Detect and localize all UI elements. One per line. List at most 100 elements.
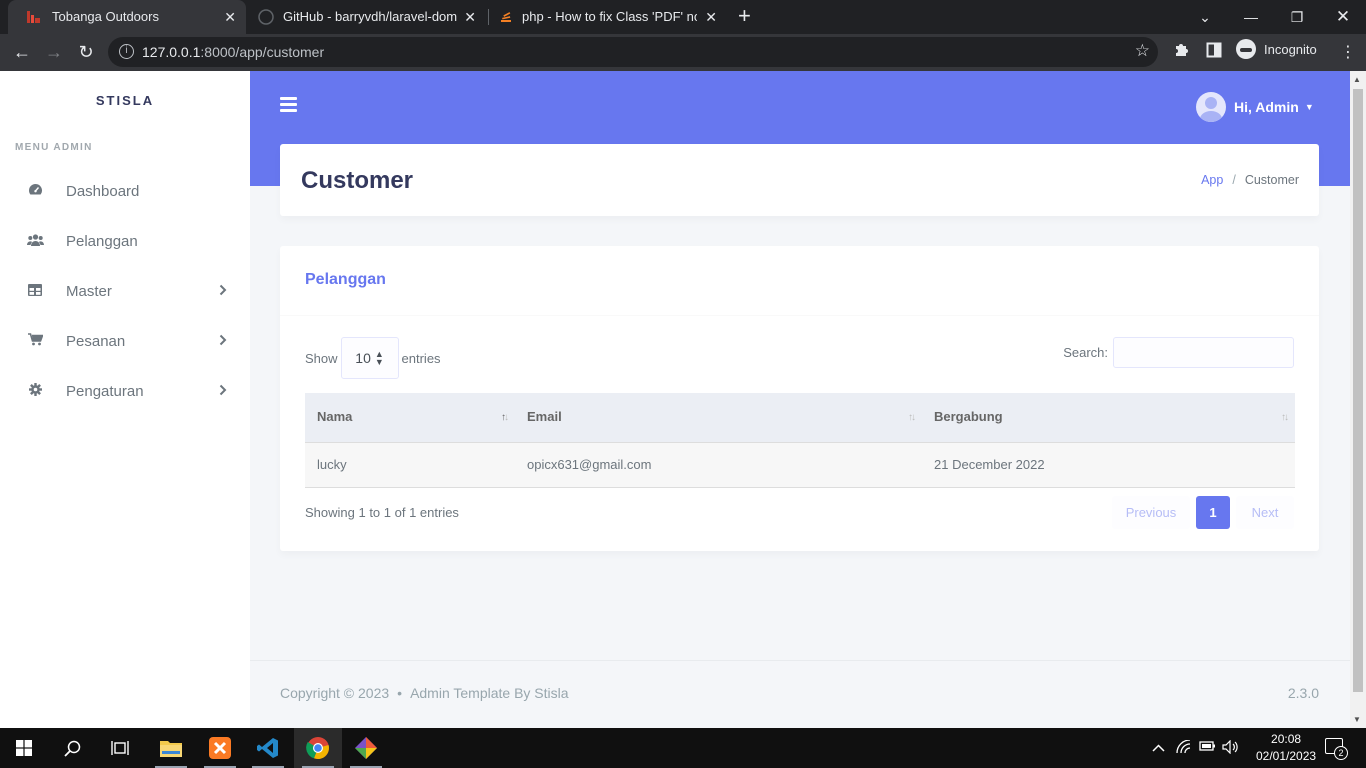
column-header-nama[interactable]: Nama ↑↓: [305, 393, 515, 443]
xampp-icon[interactable]: [196, 728, 244, 768]
length-value: 10: [355, 350, 371, 366]
address-url: 127.0.0.1:8000/app/customer: [142, 44, 324, 60]
cell-nama: lucky: [305, 442, 515, 488]
breadcrumb: App / Customer: [1201, 173, 1299, 187]
breadcrumb-separator: /: [1232, 173, 1236, 187]
user-dropdown[interactable]: Hi, Admin ▼: [1196, 92, 1314, 122]
new-tab-icon[interactable]: +: [738, 5, 751, 27]
footer-credit[interactable]: Admin Template By Stisla: [410, 685, 568, 701]
browser-menu-icon[interactable]: ⋮: [1340, 42, 1356, 62]
sort-asc-icon: ↑↓: [501, 412, 509, 423]
card-header: Pelanggan: [280, 246, 1319, 316]
sort-icon: ↑↓: [1281, 412, 1289, 423]
sidebar-item-label: Pelanggan: [66, 232, 138, 250]
notification-count-badge: 2: [1334, 746, 1348, 760]
tab-search-chevron-icon[interactable]: ⌄: [1182, 0, 1228, 34]
search-input[interactable]: [1113, 337, 1294, 368]
footer-version: 2.3.0: [1287, 685, 1319, 701]
wifi-icon[interactable]: [1176, 739, 1192, 757]
sidebar-item-label: Master: [66, 282, 112, 300]
clock-date: 02/01/2023: [1256, 749, 1317, 763]
site-info-icon[interactable]: i: [119, 44, 134, 59]
tachometer-icon: [27, 183, 43, 199]
url-host: 127.0.0.1: [142, 44, 201, 60]
tab-close-icon[interactable]: ✕: [464, 9, 476, 26]
column-label: Bergabung: [934, 409, 1003, 424]
sidebar-item-label: Pesanan: [66, 332, 126, 350]
incognito-profile-button[interactable]: Incognito: [1236, 39, 1317, 59]
back-arrow-icon[interactable]: ←: [10, 40, 34, 64]
sidebar-item-pesanan[interactable]: Pesanan: [0, 316, 250, 366]
pagination-page-button[interactable]: 1: [1196, 496, 1230, 529]
cog-icon: [27, 383, 43, 399]
tab-close-icon[interactable]: ✕: [705, 9, 717, 26]
sidebar-item-master[interactable]: Master: [0, 266, 250, 316]
tab-title: GitHub - barryvdh/laravel-dompd: [283, 9, 458, 24]
pagination-next-button[interactable]: Next: [1236, 496, 1294, 529]
incognito-icon: [1236, 39, 1256, 59]
sort-icon: ↑↓: [908, 412, 916, 423]
user-greeting: Hi, Admin: [1234, 99, 1299, 115]
windows-start-icon[interactable]: [0, 728, 48, 768]
sidebar-item-label: Dashboard: [66, 182, 140, 200]
volume-icon[interactable]: [1222, 739, 1239, 757]
browser-tab-active[interactable]: Tobanga Outdoors ✕: [8, 0, 246, 34]
side-panel-icon[interactable]: [1206, 42, 1222, 63]
cell-bergabung: 21 December 2022: [922, 442, 1295, 488]
search-label: Search:: [1063, 345, 1108, 360]
github-favicon-icon: [258, 9, 274, 25]
page-viewport: STISLA MENU ADMIN Dashboard Pelanggan Ma…: [0, 71, 1366, 728]
file-explorer-icon[interactable]: [147, 728, 195, 768]
table-icon: [27, 283, 43, 299]
windows-taskbar: 20:08 02/01/2023 2: [0, 728, 1366, 768]
pagination: Previous 1 Next: [1112, 496, 1294, 529]
sidebar-item-pelanggan[interactable]: Pelanggan: [0, 216, 250, 266]
reload-icon[interactable]: ↻: [74, 40, 98, 64]
users-icon: [27, 233, 44, 249]
tab-close-icon[interactable]: ✕: [224, 9, 236, 26]
battery-icon[interactable]: [1199, 740, 1216, 755]
entries-length-select[interactable]: 10 ▲ ▼: [340, 337, 399, 379]
table-search: Search:: [1063, 337, 1294, 368]
browser-tab[interactable]: php - How to fix Class 'PDF' not f ✕: [489, 0, 727, 34]
incognito-label: Incognito: [1264, 41, 1317, 57]
browser-tab[interactable]: GitHub - barryvdh/laravel-dompd ✕: [248, 0, 486, 34]
scrollbar-thumb[interactable]: [1353, 89, 1363, 692]
pagination-previous-button[interactable]: Previous: [1112, 496, 1190, 529]
footer-separator: •: [397, 685, 403, 701]
sidebar-item-dashboard[interactable]: Dashboard: [0, 166, 250, 216]
page-footer: Copyright © 2023 • Admin Template By Stisl…: [250, 660, 1350, 728]
column-header-email[interactable]: Email ↑↓: [515, 393, 922, 443]
page-scrollbar[interactable]: ▲ ▼: [1350, 71, 1366, 728]
scroll-down-icon[interactable]: ▼: [1353, 715, 1361, 724]
table-header-row: Nama ↑↓ Email ↑↓ Bergabung ↑↓: [305, 393, 1295, 443]
hamburger-menu-icon[interactable]: [280, 97, 297, 112]
sidebar-brand[interactable]: STISLA: [0, 93, 250, 108]
search-icon[interactable]: [48, 728, 96, 768]
chrome-icon[interactable]: [294, 728, 342, 768]
minimize-icon[interactable]: —: [1228, 0, 1274, 34]
window-close-icon[interactable]: ✕: [1320, 0, 1366, 34]
vscode-icon[interactable]: [244, 728, 292, 768]
extensions-puzzle-icon[interactable]: [1173, 42, 1189, 63]
breadcrumb-link-app[interactable]: App: [1201, 173, 1223, 187]
bookmark-star-icon[interactable]: ☆: [1135, 41, 1150, 61]
table-row[interactable]: lucky opicx631@gmail.com 21 December 202…: [305, 442, 1295, 488]
forward-arrow-icon[interactable]: →: [42, 40, 66, 64]
restore-icon[interactable]: ❐: [1274, 0, 1320, 34]
stackoverflow-favicon-icon: [501, 12, 511, 22]
sidebar-item-pengaturan[interactable]: Pengaturan: [0, 366, 250, 416]
card-title: Pelanggan: [305, 271, 386, 288]
tray-chevron-up-icon[interactable]: [1152, 740, 1165, 755]
task-view-icon[interactable]: [96, 728, 144, 768]
taskbar-clock[interactable]: 20:08 02/01/2023: [1256, 731, 1316, 765]
address-bar[interactable]: i 127.0.0.1:8000/app/customer ☆: [108, 37, 1158, 67]
tab-title: php - How to fix Class 'PDF' not f: [522, 9, 697, 24]
table-info: Showing 1 to 1 of 1 entries: [305, 505, 459, 520]
length-suffix: entries: [401, 350, 441, 366]
column-label: Email: [527, 409, 562, 424]
git-gui-icon[interactable]: [342, 728, 390, 768]
column-header-bergabung[interactable]: Bergabung ↑↓: [922, 393, 1295, 443]
chevron-right-icon: [219, 284, 227, 299]
scroll-up-icon[interactable]: ▲: [1353, 75, 1361, 84]
